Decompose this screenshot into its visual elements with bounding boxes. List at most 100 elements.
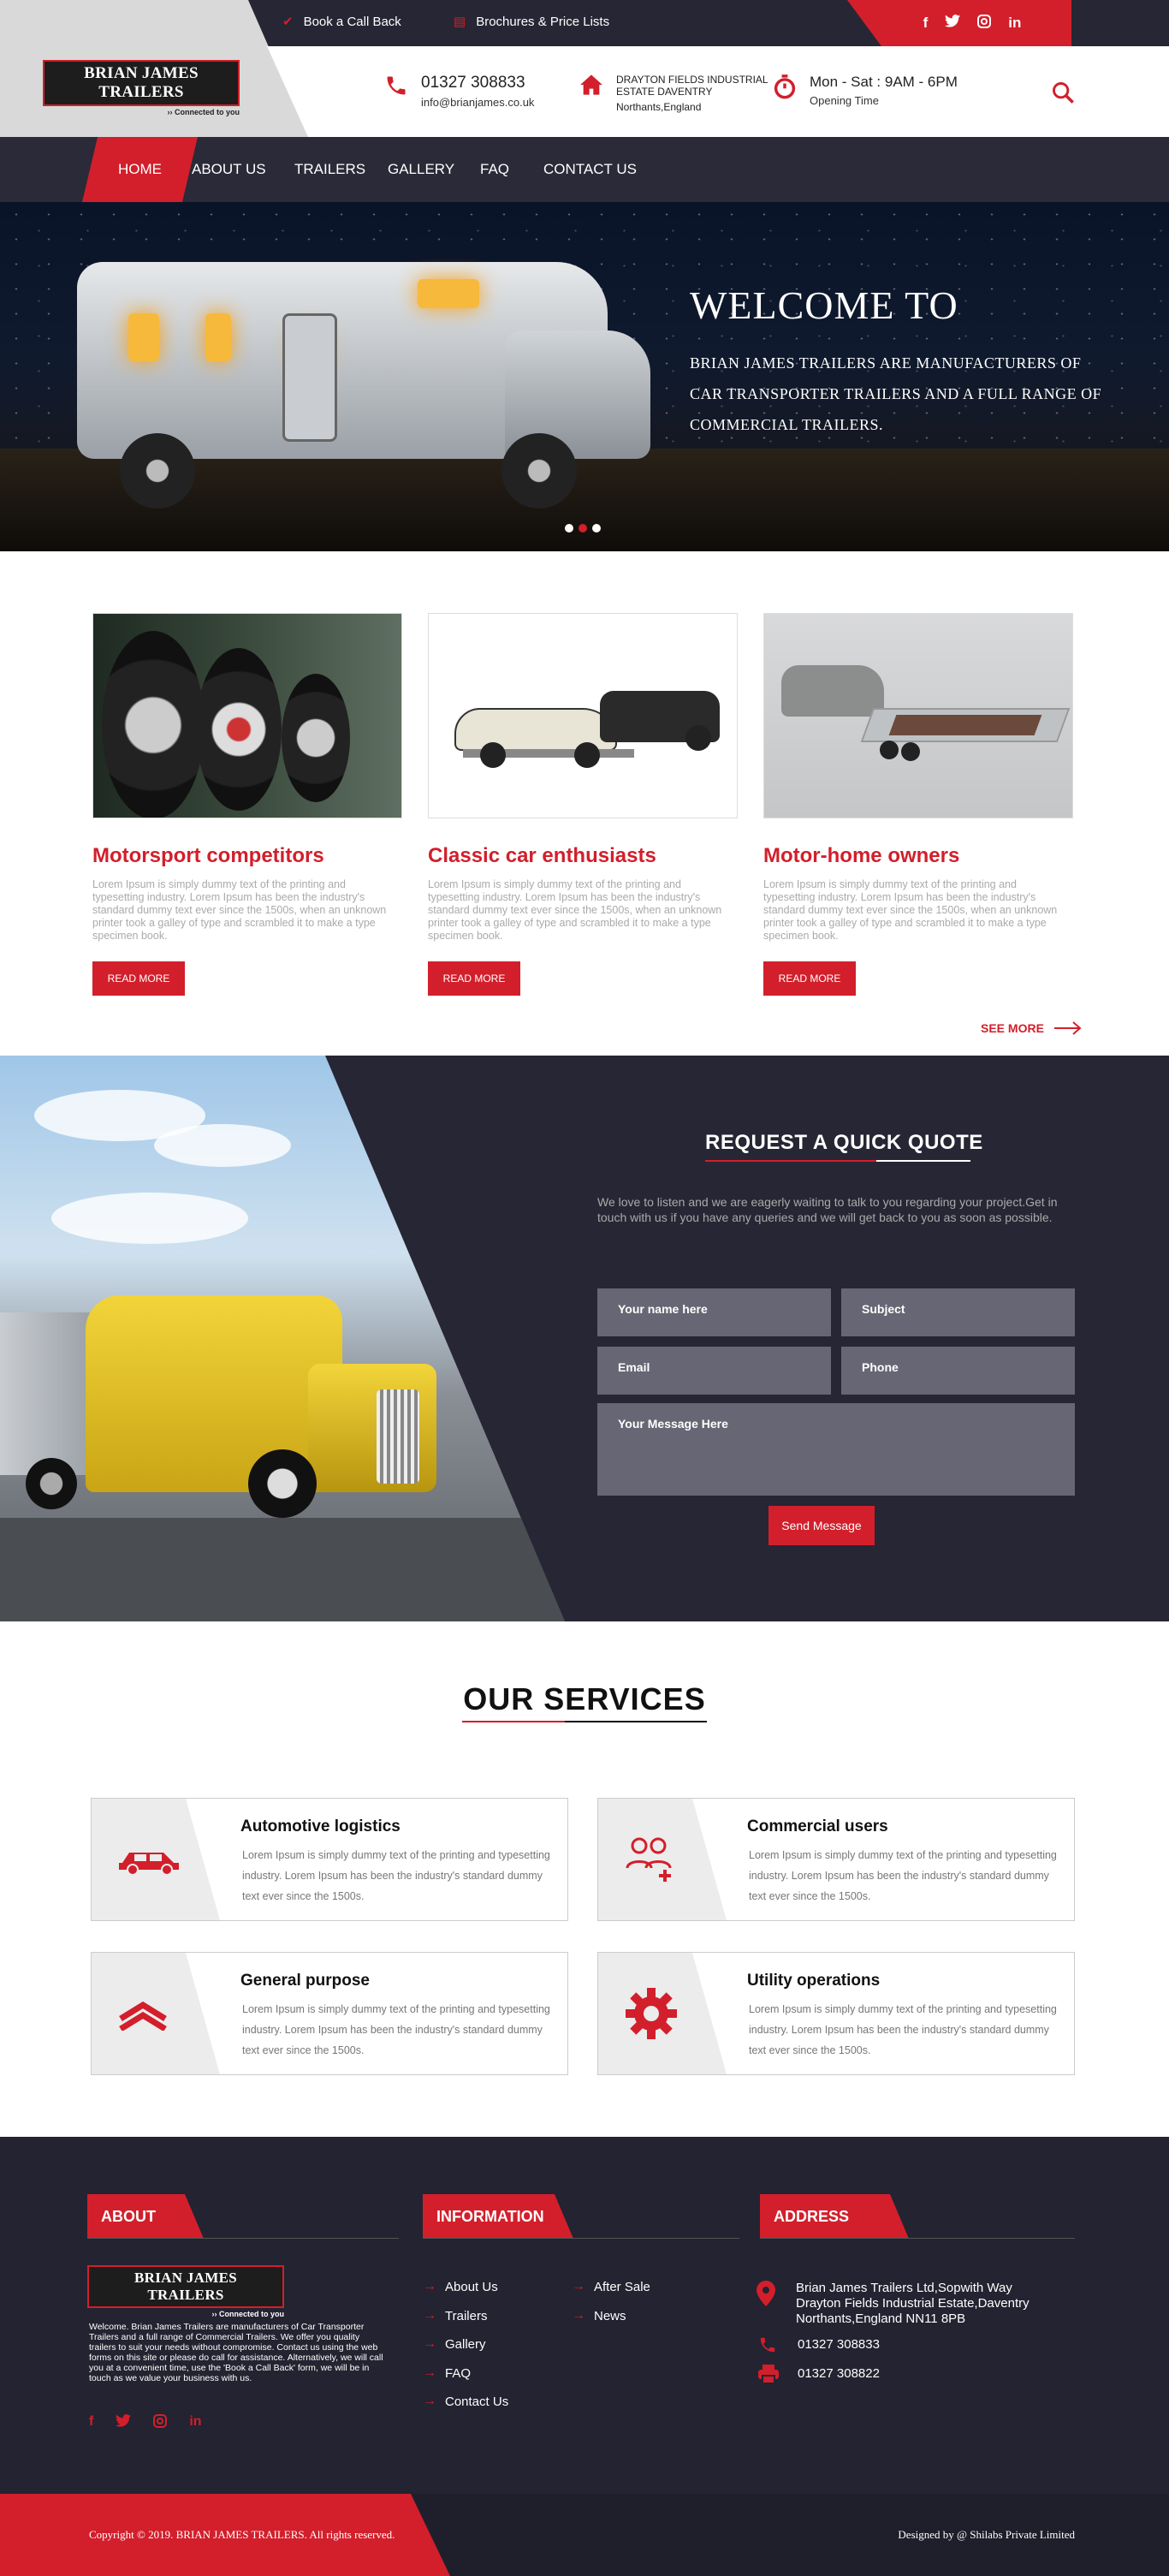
footer-logo-tagline: ›› Connected to you [211, 2310, 285, 2318]
service-title: Automotive logistics [240, 1817, 401, 1835]
brand-logo[interactable]: BRIAN JAMES TRAILERS ›› Connected to you [43, 60, 240, 116]
footer-divider [760, 2238, 1075, 2239]
footer-link-after-sale[interactable]: → After Sale [572, 2279, 650, 2294]
nav-faq[interactable]: FAQ [480, 137, 509, 202]
subject-field[interactable]: Subject [841, 1288, 1075, 1336]
arrow-right-icon: → [423, 2365, 436, 2380]
users-add-icon [598, 1799, 727, 1920]
card-classic-car: Classic car enthusiasts Lorem Ipsum is s… [428, 613, 738, 996]
footer-logo[interactable]: BRIAN JAMES TRAILERS ›› Connected to you [87, 2265, 284, 2318]
footer-link-news[interactable]: → News [572, 2308, 626, 2323]
phone-field[interactable]: Phone [841, 1347, 1075, 1395]
instagram-icon[interactable] [153, 2414, 168, 2432]
footer-link-about-us[interactable]: → About Us [423, 2279, 498, 2294]
address-line-1: DRAYTON FIELDS INDUSTRIAL [616, 74, 768, 86]
slider-dot[interactable] [565, 524, 573, 532]
instagram-icon[interactable] [977, 14, 992, 33]
footer-logo-text: BRIAN JAMES TRAILERS [87, 2265, 284, 2308]
opening-hours-label: Opening Time [810, 94, 879, 107]
service-general-purpose[interactable]: General purpose Lorem Ipsum is simply du… [91, 1952, 568, 2075]
service-utility-operations[interactable]: Utility operations Lorem Ipsum is simply… [597, 1952, 1075, 2075]
service-title: Utility operations [747, 1972, 881, 1990]
header-phone-number[interactable]: 01327 308833 [421, 74, 534, 92]
header-phone: 01327 308833 info@brianjames.co.uk [383, 74, 534, 109]
footer-phone-2[interactable]: 01327 308822 [798, 2366, 880, 2382]
brochures-link[interactable]: ▤ Brochures & Price Lists [454, 14, 609, 30]
slider-dot[interactable] [592, 524, 601, 532]
top-bar-cap [1071, 0, 1169, 46]
book-call-back-link[interactable]: ✔ Book a Call Back [282, 14, 401, 30]
service-commercial-users[interactable]: Commercial users Lorem Ipsum is simply d… [597, 1798, 1075, 1921]
search-icon[interactable] [1051, 80, 1075, 109]
opening-hours: Mon - Sat : 9AM - 6PM [810, 74, 958, 90]
copyright-text: Copyright © 2019. BRIAN JAMES TRAILERS. … [89, 2528, 395, 2541]
read-more-button[interactable]: READ MORE [763, 961, 856, 996]
service-automotive-logistics[interactable]: Automotive logistics Lorem Ipsum is simp… [91, 1798, 568, 1921]
hero-text: BRIAN JAMES TRAILERS ARE MANUFACTURERS O… [690, 354, 1102, 433]
quote-section: REQUEST A QUICK QUOTE We love to listen … [0, 1056, 1169, 1621]
header-hours: Mon - Sat : 9AM - 6PM Opening Time [772, 74, 958, 107]
arrow-right-icon [1053, 1021, 1082, 1035]
fax-icon [758, 2365, 779, 2389]
arrow-right-icon: → [423, 2394, 436, 2408]
footer-about-text: Welcome. Brian James Trailers are manufa… [89, 2322, 383, 2383]
slider-dot-active[interactable] [579, 524, 587, 532]
phone-icon [383, 74, 409, 104]
header-email[interactable]: info@brianjames.co.uk [421, 96, 534, 109]
footer: ABOUT BRIAN JAMES TRAILERS ›› Connected … [0, 2137, 1169, 2494]
twitter-icon[interactable] [116, 2414, 132, 2432]
hero-slider: WELCOME TO BRIAN JAMES TRAILERS ARE MANU… [0, 202, 1169, 551]
nav-home[interactable]: HOME [82, 137, 198, 202]
nav-trailers[interactable]: TRAILERS [294, 137, 365, 202]
footer-social-links: f in [89, 2414, 202, 2432]
footer-link-contact-us[interactable]: → Contact Us [423, 2394, 508, 2409]
arrow-right-icon: → [423, 2279, 436, 2293]
twitter-icon[interactable] [945, 15, 961, 32]
slider-dots [565, 524, 601, 532]
services-title-underline-accent [462, 1721, 565, 1722]
logo-tagline: ›› Connected to you [167, 108, 240, 116]
footer-link-trailers[interactable]: → Trailers [423, 2308, 487, 2323]
logo-text: BRIAN JAMES TRAILERS [43, 60, 240, 106]
send-message-button[interactable]: Send Message [768, 1506, 875, 1545]
footer-link-gallery[interactable]: → Gallery [423, 2336, 486, 2352]
name-field[interactable]: Your name here [597, 1288, 831, 1336]
card-title: Classic car enthusiasts [428, 844, 656, 867]
card-text: Lorem Ipsum is simply dummy text of the … [428, 878, 722, 942]
card-text: Lorem Ipsum is simply dummy text of the … [763, 878, 1058, 942]
car-transporter-image [763, 613, 1073, 818]
document-icon: ▤ [454, 15, 466, 29]
read-more-button[interactable]: READ MORE [92, 961, 185, 996]
message-field[interactable]: Your Message Here [597, 1403, 1075, 1496]
facebook-icon[interactable]: f [923, 15, 929, 32]
footer-link-faq[interactable]: → FAQ [423, 2365, 471, 2381]
classic-car-trailer-image [428, 613, 738, 818]
nav-gallery[interactable]: GALLERY [388, 137, 454, 202]
service-title: General purpose [240, 1972, 370, 1990]
email-field[interactable]: Email [597, 1347, 831, 1395]
social-links: f in [847, 0, 1071, 46]
footer-divider [423, 2238, 739, 2239]
yellow-truck-image [0, 1056, 565, 1621]
designed-by-text[interactable]: Designed by @ Shilabs Private Limited [898, 2528, 1075, 2542]
footer-address-heading: ADDRESS [760, 2194, 909, 2239]
read-more-button[interactable]: READ MORE [428, 961, 520, 996]
service-text: Lorem Ipsum is simply dummy text of the … [242, 2003, 550, 2056]
quote-title: REQUEST A QUICK QUOTE [705, 1131, 983, 1154]
service-text: Lorem Ipsum is simply dummy text of the … [242, 1849, 550, 1902]
arrow-right-icon: → [423, 2308, 436, 2323]
linkedin-icon[interactable]: in [1008, 15, 1021, 32]
nav-about-us[interactable]: ABOUT US [192, 137, 266, 202]
address-line-2: ESTATE DAVENTRY [616, 86, 713, 98]
nav-contact-us[interactable]: CONTACT US [543, 137, 637, 202]
footer-divider [87, 2238, 399, 2239]
copyright-bar: Copyright © 2019. BRIAN JAMES TRAILERS. … [0, 2494, 1169, 2576]
see-more-link[interactable]: SEE MORE [981, 1021, 1082, 1035]
car-icon [92, 1799, 220, 1920]
linkedin-icon[interactable]: in [189, 2414, 201, 2432]
facebook-icon[interactable]: f [89, 2414, 93, 2432]
footer-phone-1[interactable]: 01327 308833 [798, 2337, 880, 2353]
arrow-right-icon: → [572, 2279, 585, 2293]
arrow-right-icon: → [572, 2308, 585, 2323]
phone-icon [758, 2335, 777, 2359]
